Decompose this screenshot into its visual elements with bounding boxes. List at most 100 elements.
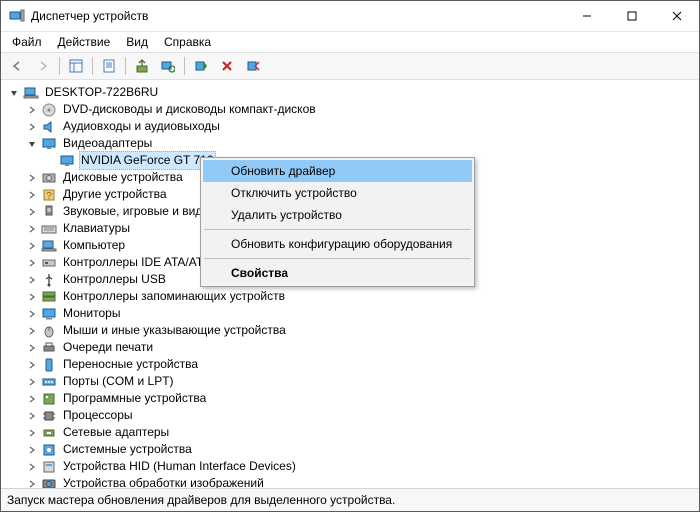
enable-device-button[interactable] [189, 54, 213, 78]
system-icon [41, 442, 57, 458]
tree-node[interactable]: DVD-дисководы и дисководы компакт-дисков [5, 101, 699, 118]
node-label: Другие устройства [61, 186, 169, 203]
audio-icon [41, 119, 57, 135]
expand-icon[interactable] [25, 426, 39, 440]
expand-icon[interactable] [25, 324, 39, 338]
tree-node[interactable]: Аудиовходы и аудиовыходы [5, 118, 699, 135]
node-label: NVIDIA GeForce GT 710 [79, 151, 216, 170]
show-hide-tree-button[interactable] [64, 54, 88, 78]
collapse-icon[interactable] [7, 86, 21, 100]
expand-icon[interactable] [25, 205, 39, 219]
menu-file[interactable]: Файл [5, 33, 49, 51]
forward-button[interactable] [31, 54, 55, 78]
node-label: Мыши и иные указывающие устройства [61, 322, 288, 339]
tree-node[interactable]: Мыши и иные указывающие устройства [5, 322, 699, 339]
tree-node[interactable]: Устройства HID (Human Interface Devices) [5, 458, 699, 475]
back-button[interactable] [5, 54, 29, 78]
node-label: Мониторы [61, 305, 122, 322]
context-menu: Обновить драйвер Отключить устройство Уд… [200, 157, 475, 287]
node-label: Контроллеры запоминающих устройств [61, 288, 287, 305]
tree-node[interactable]: DESKTOP-722B6RU [5, 84, 699, 101]
separator [204, 229, 471, 230]
node-label: DVD-дисководы и дисководы компакт-дисков [61, 101, 318, 118]
node-label: Контроллеры IDE ATA/AT [61, 254, 205, 271]
imaging-icon [41, 476, 57, 489]
tree-node[interactable]: Порты (COM и LPT) [5, 373, 699, 390]
node-label: Контроллеры USB [61, 271, 168, 288]
update-driver-button[interactable] [130, 54, 154, 78]
ctx-uninstall-device[interactable]: Удалить устройство [203, 204, 472, 226]
node-label: Системные устройства [61, 441, 194, 458]
menubar: Файл Действие Вид Справка [1, 32, 699, 52]
expand-icon[interactable] [25, 307, 39, 321]
node-label: Компьютер [61, 237, 127, 254]
minimize-button[interactable] [564, 2, 609, 31]
sound-icon [41, 204, 57, 220]
expand-icon[interactable] [25, 171, 39, 185]
ctx-update-driver[interactable]: Обновить драйвер [203, 160, 472, 182]
expand-icon[interactable] [25, 222, 39, 236]
expand-icon[interactable] [25, 443, 39, 457]
tree-node[interactable]: Переносные устройства [5, 356, 699, 373]
expand-icon[interactable] [25, 358, 39, 372]
ctx-properties[interactable]: Свойства [203, 262, 472, 284]
expand-icon[interactable] [25, 460, 39, 474]
portable-icon [41, 357, 57, 373]
tree-node[interactable]: Процессоры [5, 407, 699, 424]
expand-icon[interactable] [25, 239, 39, 253]
expand-icon[interactable] [25, 256, 39, 270]
tree-node[interactable]: Видеоадаптеры [5, 135, 699, 152]
collapse-icon[interactable] [25, 137, 39, 151]
expand-icon[interactable] [25, 477, 39, 489]
expand-icon[interactable] [25, 409, 39, 423]
window-title: Диспетчер устройств [31, 9, 564, 23]
tree-node[interactable]: Устройства обработки изображений [5, 475, 699, 488]
node-label: Устройства обработки изображений [61, 475, 266, 488]
mouse-icon [41, 323, 57, 339]
leaf-spacer [43, 154, 57, 168]
uninstall-device-button[interactable] [215, 54, 239, 78]
node-label: Клавиатуры [61, 220, 132, 237]
port-icon [41, 374, 57, 390]
expand-icon[interactable] [25, 273, 39, 287]
status-bar: Запуск мастера обновления драйверов для … [1, 488, 699, 511]
scan-hardware-button[interactable] [156, 54, 180, 78]
expand-icon[interactable] [25, 188, 39, 202]
menu-help[interactable]: Справка [157, 33, 218, 51]
node-label: Сетевые адаптеры [61, 424, 171, 441]
expand-icon[interactable] [25, 341, 39, 355]
expand-icon[interactable] [25, 375, 39, 389]
expand-icon[interactable] [25, 120, 39, 134]
separator [59, 57, 60, 75]
menu-action[interactable]: Действие [51, 33, 118, 51]
node-label: DESKTOP-722B6RU [43, 84, 160, 101]
computer-icon [41, 238, 57, 254]
tree-node[interactable]: Мониторы [5, 305, 699, 322]
device-manager-window: Диспетчер устройств Файл Действие Вид Сп… [0, 0, 700, 512]
separator [184, 57, 185, 75]
tree-node[interactable]: Системные устройства [5, 441, 699, 458]
menu-view[interactable]: Вид [119, 33, 155, 51]
expand-icon[interactable] [25, 103, 39, 117]
node-label: Звуковые, игровые и виде [61, 203, 211, 220]
node-label: Дисковые устройства [61, 169, 185, 186]
svg-text:?: ? [46, 191, 52, 202]
close-button[interactable] [654, 2, 699, 31]
tree-node[interactable]: Программные устройства [5, 390, 699, 407]
tree-node[interactable]: Сетевые адаптеры [5, 424, 699, 441]
expand-icon[interactable] [25, 290, 39, 304]
ctx-disable-device[interactable]: Отключить устройство [203, 182, 472, 204]
software-icon [41, 391, 57, 407]
node-label: Порты (COM и LPT) [61, 373, 176, 390]
node-label: Процессоры [61, 407, 135, 424]
node-label: Видеоадаптеры [61, 135, 154, 152]
tree-node[interactable]: Контроллеры запоминающих устройств [5, 288, 699, 305]
node-label: Переносные устройства [61, 356, 200, 373]
separator [92, 57, 93, 75]
properties-button[interactable] [97, 54, 121, 78]
ctx-scan-hardware[interactable]: Обновить конфигурацию оборудования [203, 233, 472, 255]
expand-icon[interactable] [25, 392, 39, 406]
disable-device-button[interactable] [241, 54, 265, 78]
tree-node[interactable]: Очереди печати [5, 339, 699, 356]
maximize-button[interactable] [609, 2, 654, 31]
